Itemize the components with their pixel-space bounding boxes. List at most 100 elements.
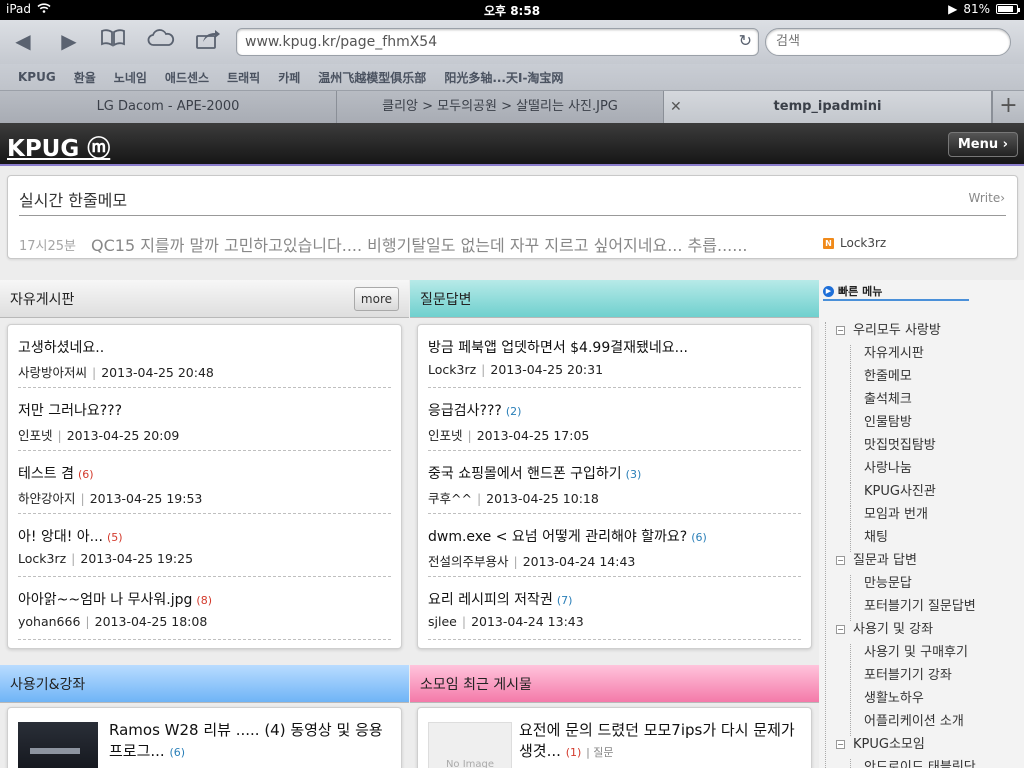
memo-write-link[interactable]: Write› <box>969 191 1005 205</box>
bookmark-adsense[interactable]: 애드센스 <box>165 69 209 86</box>
comment-count: (6) <box>691 531 707 544</box>
more-button[interactable]: more <box>353 287 399 311</box>
post-title[interactable]: 아아앍~~엄마 나 무사워.jpg <box>18 592 192 608</box>
post-title[interactable]: 테스트 겸 <box>18 466 74 482</box>
list-item[interactable]: dwm.exe < 요넘 어떻게 관리해야 할까요? (6) 전설의주부용사 | 20… <box>428 514 801 577</box>
free-board: 자유게시판 more 고생하셨네요.. 사랑방아저씨 | 2013-04-25 20… <box>0 280 409 655</box>
review-board-title[interactable]: 사용기&강좌 <box>10 674 85 694</box>
play-bullet-icon: ▶ <box>823 285 834 297</box>
new-badge-icon: N <box>823 237 834 249</box>
site-logo[interactable]: KPUG ⓜ <box>7 129 110 163</box>
tree-category[interactable]: − 질문과 답변 <box>826 552 1024 575</box>
tree-link[interactable]: 사랑나눔 <box>826 460 1024 483</box>
no-image-thumbnail[interactable]: No Image <box>428 722 512 768</box>
reload-icon[interactable]: ↻ <box>739 31 752 50</box>
forward-icon[interactable]: ▶ <box>54 28 84 54</box>
post-date: 2013-04-24 13:43 <box>471 614 584 629</box>
list-item[interactable]: 저만 그러나요??? 인포넷 | 2013-04-25 20:09 <box>18 388 391 451</box>
tree-link[interactable]: 출석체크 <box>826 391 1024 414</box>
menu-button[interactable]: Menu › <box>947 132 1018 157</box>
list-item[interactable]: 아아앍~~엄마 나 무사워.jpg (8) yohan666 | 2013-04-25… <box>18 577 391 640</box>
tree-link[interactable]: 채팅 <box>826 529 1024 552</box>
clock: 오후 8:58 <box>483 4 541 18</box>
list-item[interactable]: 요전에 문의 드렸던 모모7ips가 다시 문제가 생겻... (1) | 질문 <box>519 720 804 763</box>
tree-link[interactable]: 포터블기기 강좌 <box>826 667 1024 690</box>
bookmark-model-club[interactable]: 温州飞越模型俱乐部 <box>318 69 426 86</box>
list-item[interactable]: 고생하셨네요.. 사랑방아저씨 | 2013-04-25 20:48 <box>18 325 391 388</box>
memo-user[interactable]: N Lock3rz <box>823 236 886 250</box>
bookmark-taobao[interactable]: 阳光多轴...天I-淘宝网 <box>444 69 563 86</box>
qna-board-title[interactable]: 질문답변 <box>420 289 472 309</box>
list-item[interactable]: 아! 앙대! 아... (5) Lock3rz | 2013-04-25 19:25 <box>18 514 391 577</box>
tree-item-label: 채팅 <box>864 530 888 545</box>
memo-text[interactable]: QC15 지를까 말까 고민하고있습니다.... 비행기탈일도 없는데 자꾸 지… <box>91 232 748 256</box>
post-title[interactable]: 고생하셨네요.. <box>18 340 104 356</box>
bookmark-cafe[interactable]: 카페 <box>278 69 300 86</box>
bookmarks-icon[interactable] <box>98 28 128 54</box>
qna-board: 질문답변 방금 페북앱 업뎃하면서 $4.99결재됐네요... Lock3rz |… <box>410 280 819 655</box>
tree-link[interactable]: 인물탐방 <box>826 414 1024 437</box>
tree-link[interactable]: KPUG사진관 <box>826 483 1024 506</box>
post-title[interactable]: 요전에 문의 드렸던 모모7ips가 다시 문제가 생겻... <box>519 721 795 760</box>
list-item[interactable]: 방금 페북앱 업뎃하면서 $4.99결재됐네요... Lock3rz | 2013-… <box>428 325 801 388</box>
list-item[interactable]: 응급검사??? (2) 인포넷 | 2013-04-25 17:05 <box>428 388 801 451</box>
realtime-memo-box: 실시간 한줄메모 Write› 17시25분 QC15 지를까 말까 고민하고있… <box>7 175 1018 259</box>
share-icon[interactable] <box>193 28 223 54</box>
post-title[interactable]: Ramos W28 리뷰 ..... (4) 동영상 및 응용 프로그... <box>109 721 383 760</box>
list-item[interactable]: 중국 쇼핑몰에서 핸드폰 구입하기 (3) 쿠후^^ | 2013-04-25 10:… <box>428 451 801 514</box>
address-bar[interactable]: www.kpug.kr/page_fhmX54 ↻ <box>236 28 759 56</box>
tree-link[interactable]: 안드로이드 태블릿단 <box>826 759 1024 768</box>
tree-link[interactable]: 한줄메모 <box>826 368 1024 391</box>
post-title[interactable]: 방금 페북앱 업뎃하면서 $4.99결재됐네요... <box>428 340 688 356</box>
tree-link[interactable]: 만능문답 <box>826 575 1024 598</box>
collapse-icon[interactable]: − <box>836 326 845 335</box>
tree-category[interactable]: − 사용기 및 강좌 <box>826 621 1024 644</box>
post-title[interactable]: dwm.exe < 요넘 어떻게 관리해야 할까요? <box>428 529 687 545</box>
back-icon[interactable]: ◀ <box>8 28 38 54</box>
tab-temp-ipadmini[interactable]: temp_ipadmini <box>664 91 992 123</box>
post-title[interactable]: 아! 앙대! 아... <box>18 529 103 545</box>
search-field[interactable] <box>765 28 1011 56</box>
post-title[interactable]: 중국 쇼핑몰에서 핸드폰 구입하기 <box>428 466 622 482</box>
comment-count: (6) <box>77 468 94 481</box>
tree-link[interactable]: 사용기 및 구매후기 <box>826 644 1024 667</box>
bookmark-exchange[interactable]: 환율 <box>74 69 96 86</box>
play-icon: ▶ <box>948 2 958 16</box>
tree-link[interactable]: 포터블기기 질문답변 <box>826 598 1024 621</box>
collapse-icon[interactable]: − <box>836 625 845 634</box>
memo-time: 17시25분 <box>19 239 77 254</box>
list-item[interactable]: 테스트 겸 (6) 하얀강아지 | 2013-04-25 19:53 <box>18 451 391 514</box>
tree-link[interactable]: 모임과 번개 <box>826 506 1024 529</box>
tree-link[interactable]: 자유게시판 <box>826 345 1024 368</box>
post-title[interactable]: 요리 레시피의 저작권 <box>428 592 553 608</box>
tree-link[interactable]: 맛집멋집탐방 <box>826 437 1024 460</box>
free-board-title[interactable]: 자유게시판 <box>10 289 74 309</box>
search-input[interactable] <box>776 34 996 49</box>
tab-lg-dacom[interactable]: LG Dacom - APE-2000 <box>0 91 337 123</box>
quick-menu-title: 빠른 메뉴 <box>838 285 883 298</box>
bookmark-kpug[interactable]: KPUG <box>18 70 56 84</box>
review-board-header: 사용기&강좌 <box>0 665 409 703</box>
bookmark-noname[interactable]: 노네임 <box>114 69 147 86</box>
list-item[interactable]: 요리 레시피의 저작권 (7) sjlee | 2013-04-24 13:43 <box>428 577 801 640</box>
post-title[interactable]: 저만 그러나요??? <box>18 403 122 419</box>
group-board-header: 소모임 최근 게시물 <box>410 665 819 703</box>
new-tab-button[interactable]: + <box>992 91 1024 123</box>
tree-link[interactable]: 생활노하우 <box>826 690 1024 713</box>
memo-title: 실시간 한줄메모 <box>19 191 128 210</box>
group-board-title[interactable]: 소모임 최근 게시물 <box>420 674 532 694</box>
tree-item-label: 사랑나눔 <box>864 461 912 476</box>
tree-category[interactable]: − 우리모두 사랑방 <box>826 322 1024 345</box>
tree-link[interactable]: 어플리케이션 소개 <box>826 713 1024 736</box>
bookmark-traffic[interactable]: 트래픽 <box>227 69 260 86</box>
tab-clien[interactable]: 클리앙 > 모두의공원 > 살떨리는 사진.JPG <box>337 91 664 123</box>
ipad-safari-screen: iPad 오후 8:58 ▶ 81% ◀ ▶ www.kpug.kr/page_… <box>0 0 1024 768</box>
close-tab-icon[interactable]: ✕ <box>670 91 682 123</box>
tree-category[interactable]: − KPUG소모임 <box>826 736 1024 759</box>
icloud-tabs-icon[interactable] <box>146 28 176 54</box>
list-item[interactable]: Ramos W28 리뷰 ..... (4) 동영상 및 응용 프로그... (… <box>109 720 394 763</box>
video-thumbnail[interactable] <box>18 722 98 768</box>
collapse-icon[interactable]: − <box>836 556 845 565</box>
post-title[interactable]: 응급검사??? <box>428 403 502 419</box>
collapse-icon[interactable]: − <box>836 740 845 749</box>
